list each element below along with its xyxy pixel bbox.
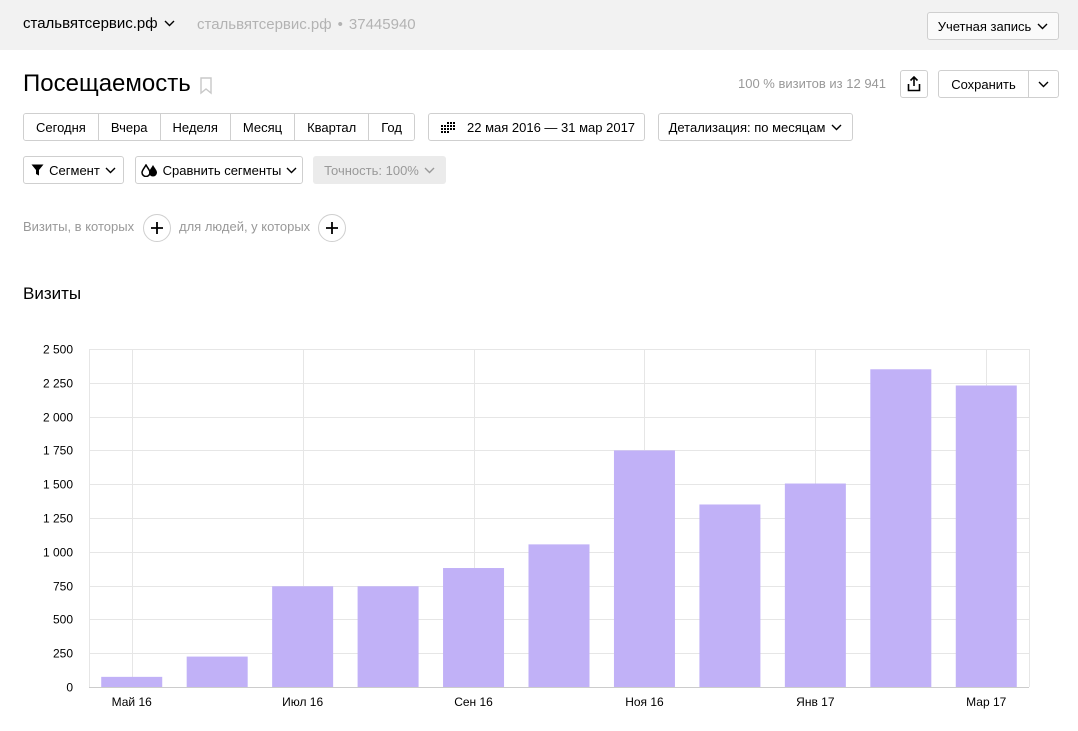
account-button[interactable]: Учетная запись <box>927 12 1059 40</box>
site-switcher[interactable]: стальвятсервис.рф <box>23 15 175 32</box>
plus-icon <box>326 222 338 234</box>
x-tick-label: Янв 17 <box>796 695 835 709</box>
site-meta-separator: • <box>337 16 343 33</box>
bar <box>272 586 334 687</box>
accuracy-dropdown[interactable]: Точность: 100% <box>313 156 446 184</box>
detail-label: Детализация: по месяцам <box>668 119 826 135</box>
chevron-down-icon <box>286 167 297 173</box>
save-options-button[interactable] <box>1028 70 1059 98</box>
date-range-picker[interactable]: 22 мая 2016 — 31 мар 2017 <box>428 113 645 141</box>
share-icon <box>907 76 921 92</box>
period-month-button[interactable]: Месяц <box>230 114 296 140</box>
bar <box>186 656 248 687</box>
y-tick-label: 1 250 <box>43 512 73 526</box>
bar <box>357 586 419 687</box>
chevron-down-icon <box>164 20 175 27</box>
accuracy-label: Точность: 100% <box>324 162 419 178</box>
bar <box>528 544 590 687</box>
save-button[interactable]: Сохранить <box>938 70 1029 98</box>
compare-label: Сравнить сегменты <box>162 162 282 178</box>
bar <box>870 369 932 687</box>
page-title: Посещаемость <box>23 70 191 97</box>
y-tick-label: 750 <box>53 580 73 594</box>
add-visit-condition-button[interactable] <box>143 214 171 242</box>
x-tick-label: Сен 16 <box>454 695 493 709</box>
visits-condition-label: Визиты, в которых <box>23 219 135 234</box>
bar <box>613 450 675 687</box>
plus-icon <box>151 222 163 234</box>
period-yesterday-button[interactable]: Вчера <box>98 114 161 140</box>
y-tick-label: 0 <box>66 681 73 695</box>
counter-id: 37445940 <box>348 16 416 33</box>
add-people-condition-button[interactable] <box>318 214 346 242</box>
period-week-button[interactable]: Неделя <box>160 114 231 140</box>
site-name: стальвятсервис.рф <box>23 15 158 32</box>
y-tick-label: 2 500 <box>43 343 73 357</box>
date-range-label: 22 мая 2016 — 31 мар 2017 <box>467 119 636 135</box>
bar <box>443 568 505 687</box>
y-tick-label: 2 250 <box>43 377 73 391</box>
x-tick-label: Мар 17 <box>966 695 1006 709</box>
x-tick-label: Ноя 16 <box>625 695 664 709</box>
period-quarter-button[interactable]: Квартал <box>295 114 370 140</box>
site-meta-name: стальвятсервис.рф <box>197 16 332 33</box>
visits-bar-chart: 0 250 500 750 1 000 1 250 1 500 1 750 2 000 2 250… <box>43 343 1030 709</box>
period-today-button[interactable]: Сегодня <box>24 114 99 140</box>
period-year-button[interactable]: Год <box>369 114 414 140</box>
y-tick-label: 500 <box>53 613 73 627</box>
bookmark-icon[interactable] <box>199 77 213 95</box>
y-tick-label: 250 <box>53 647 73 661</box>
y-tick-label: 1 500 <box>43 478 73 492</box>
compare-segments-button[interactable]: Сравнить сегменты <box>135 156 303 184</box>
people-condition-label: для людей, у которых <box>179 219 311 234</box>
export-button[interactable] <box>900 70 928 98</box>
drops-icon <box>140 163 157 177</box>
period-selector: Сегодня Вчера Неделя Месяц Квартал Год <box>23 113 415 141</box>
chart-title: Визиты <box>23 284 82 303</box>
chevron-down-icon <box>1037 23 1048 29</box>
filter-icon <box>31 164 44 176</box>
visits-share: 100 % визитов из 12 941 <box>738 76 887 91</box>
chart-bars <box>101 369 1017 687</box>
top-bar: стальвятсервис.рф стальвятсервис.рф • 37… <box>0 0 1078 50</box>
y-tick-label: 1 000 <box>43 546 73 560</box>
segment-label: Сегмент <box>49 162 100 178</box>
bar <box>699 504 761 687</box>
account-label: Учетная запись <box>937 18 1032 34</box>
chevron-down-icon <box>1038 81 1049 87</box>
chevron-down-icon <box>831 124 842 130</box>
chevron-down-icon <box>105 167 116 173</box>
bar <box>101 676 163 687</box>
x-tick-label: Май 16 <box>112 695 153 709</box>
bar <box>784 483 846 687</box>
chevron-down-icon <box>424 167 435 173</box>
x-axis-labels: Май 16 Июл 16 Сен 16 Ноя 16 Янв 17 Мар 17 <box>112 695 1007 709</box>
y-axis-labels: 0 250 500 750 1 000 1 250 1 500 1 750 2 000 2 250… <box>43 343 73 695</box>
detail-dropdown[interactable]: Детализация: по месяцам <box>658 113 853 141</box>
save-label: Сохранить <box>951 76 1016 92</box>
segment-button[interactable]: Сегмент <box>23 156 124 184</box>
x-tick-label: Июл 16 <box>282 695 323 709</box>
y-tick-label: 2 000 <box>43 411 73 425</box>
bar <box>955 385 1017 687</box>
site-meta: стальвятсервис.рф • 37445940 <box>197 16 416 33</box>
y-tick-label: 1 750 <box>43 444 73 458</box>
calendar-icon <box>441 121 455 133</box>
